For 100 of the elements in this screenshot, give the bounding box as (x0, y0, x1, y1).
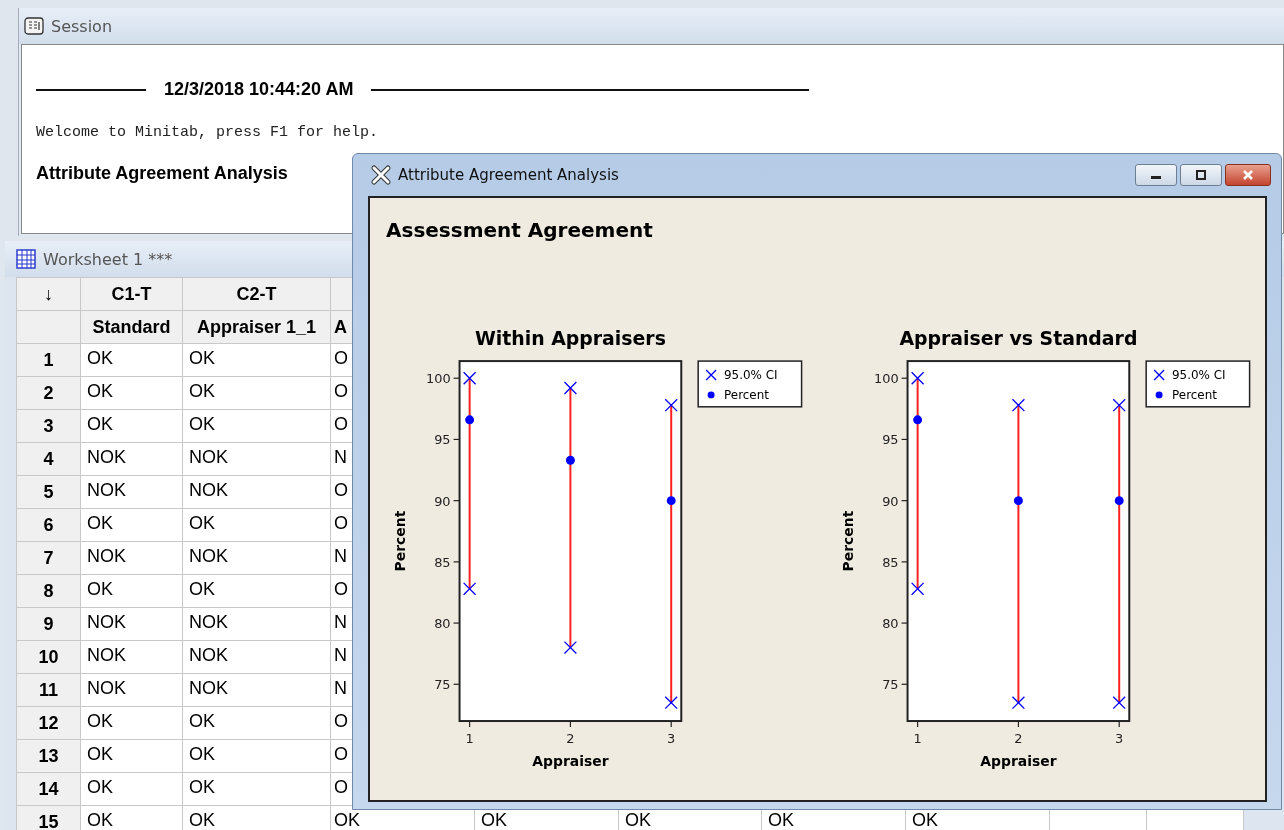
x-tick-label: 3 (667, 730, 676, 746)
legend-label: 95.0% CI (1171, 368, 1226, 382)
column-id[interactable]: C1-T (80, 277, 183, 311)
y-tick-label: 100 (873, 371, 899, 387)
table-cell: NOK (182, 607, 331, 641)
row-number: 10 (16, 640, 81, 674)
table-cell: OK (182, 739, 331, 773)
output-heading: Attribute Agreement Analysis (36, 163, 288, 183)
interval-bound-marker (664, 398, 678, 412)
table-cell: OK (182, 409, 331, 443)
interval-bound-marker (1112, 696, 1126, 710)
interval-bound-marker (463, 371, 477, 385)
table-cell: NOK (182, 541, 331, 575)
y-axis-label: Percent (839, 510, 856, 572)
table-cell: OK (80, 772, 183, 806)
minimize-button[interactable] (1135, 164, 1177, 186)
legend-label: Percent (724, 387, 769, 402)
session-timestamp: 12/3/2018 10:44:20 AM (164, 79, 354, 100)
x-tick-label: 1 (913, 730, 922, 746)
window-title: Session (51, 16, 113, 36)
table-cell: OK (182, 574, 331, 608)
row-number: 2 (16, 376, 81, 410)
table-cell: NOK (80, 541, 183, 575)
y-tick-label: 85 (881, 554, 899, 570)
x-axis-label: Appraiser (979, 752, 1057, 769)
chart-title: Within Appraisers (474, 327, 666, 350)
interval-bound-marker (1112, 398, 1126, 412)
legend-cross-marker (1153, 369, 1165, 381)
grid-icon (15, 248, 37, 270)
table-cell: OK (182, 706, 331, 740)
interval-bound-marker (664, 696, 678, 710)
chart-title: Appraiser vs Standard (898, 327, 1137, 350)
legend-dot-marker (1155, 391, 1163, 399)
interval-bound-marker (1011, 398, 1025, 412)
interval-bound-marker (563, 640, 578, 655)
column-name[interactable]: Appraiser 1_1 (182, 310, 331, 344)
interval-bound-marker (910, 582, 924, 596)
scroll-icon (23, 16, 45, 36)
table-cell: NOK (80, 475, 183, 509)
percent-point (1013, 496, 1023, 506)
interval-bound-marker (1011, 696, 1025, 710)
x-axis-label: Appraiser (532, 752, 609, 769)
close-button[interactable] (1225, 164, 1271, 186)
table-cell: OK (182, 343, 331, 377)
table-cell: NOK (80, 442, 183, 476)
table-cell: OK (80, 409, 183, 443)
y-tick-label: 75 (434, 677, 451, 693)
x-tick-label: 2 (1013, 730, 1022, 746)
cross-icon (370, 164, 392, 186)
table-cell: OK (80, 574, 183, 608)
window-title: Attribute Agreement Analysis (398, 166, 619, 184)
y-tick-label: 95 (881, 432, 899, 448)
legend-dot-marker (707, 391, 715, 399)
table-cell: OK (80, 706, 183, 740)
interval-bound-marker (463, 582, 477, 596)
column-name[interactable]: Standard (80, 310, 183, 344)
window-title: Worksheet 1 *** (43, 249, 173, 269)
legend-label: 95.0% CI (724, 368, 778, 382)
table-cell: OK (80, 376, 183, 410)
legend-label: Percent (1171, 387, 1217, 402)
y-tick-label: 75 (881, 677, 899, 693)
table-cell: OK (80, 508, 183, 542)
percent-point (565, 455, 575, 465)
table-cell: NOK (80, 673, 183, 707)
table-cell: OK (80, 343, 183, 377)
percent-point (912, 415, 922, 425)
table-cell: NOK (182, 442, 331, 476)
y-tick-label: 80 (434, 616, 451, 632)
table-cell: NOK (182, 475, 331, 509)
legend-cross-marker (705, 369, 717, 381)
column-id[interactable]: C2-T (182, 277, 331, 311)
interval-bound-marker (910, 371, 924, 385)
row-number: 11 (16, 673, 81, 707)
y-tick-label: 90 (881, 493, 899, 509)
percent-point (1114, 496, 1124, 506)
table-cell: OK (182, 376, 331, 410)
row-number: 7 (16, 541, 81, 575)
column-selector[interactable]: ↓ (16, 277, 81, 311)
percent-point (465, 415, 475, 425)
maximize-button[interactable] (1180, 164, 1222, 186)
row-number: 6 (16, 508, 81, 542)
y-tick-label: 85 (434, 554, 451, 570)
row-number: 5 (16, 475, 81, 509)
percent-point (666, 496, 676, 506)
table-cell: OK (182, 508, 331, 542)
maximize-icon (1195, 170, 1207, 180)
table-cell: OK (182, 772, 331, 806)
row-number: 4 (16, 442, 81, 476)
row-number: 15 (16, 805, 81, 830)
row-number: 12 (16, 706, 81, 740)
y-tick-label: 80 (881, 616, 899, 632)
x-tick-label: 2 (566, 730, 575, 746)
interval-bound-marker (563, 381, 578, 395)
table-cell: NOK (80, 640, 183, 674)
close-icon (1241, 169, 1255, 181)
row-number: 14 (16, 772, 81, 806)
row-number: 13 (16, 739, 81, 773)
y-tick-label: 90 (434, 493, 451, 509)
table-cell: NOK (182, 673, 331, 707)
row-number: 9 (16, 607, 81, 641)
